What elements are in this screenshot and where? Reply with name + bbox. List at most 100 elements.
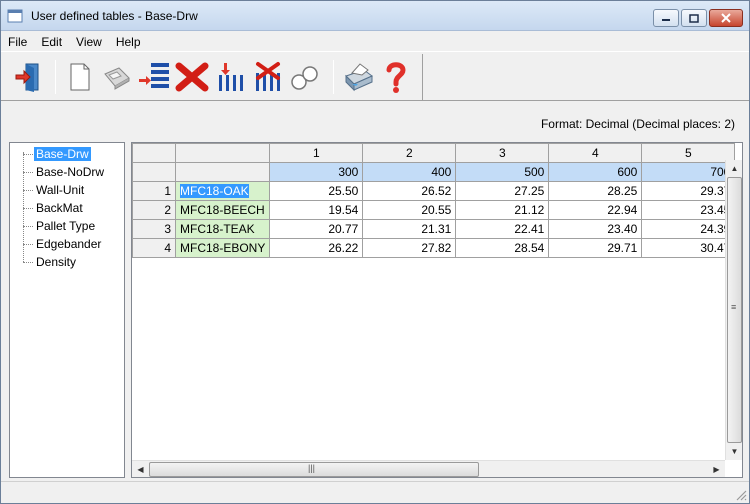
- value-cell[interactable]: 26.52: [362, 181, 457, 201]
- column-number-row: 1 2 3 4 5: [132, 143, 736, 163]
- value-cell[interactable]: 19.54: [269, 200, 364, 220]
- table-row: 2 MFC18-BEECH 19.54 20.55 21.12 22.94 23…: [132, 200, 736, 220]
- value-cell[interactable]: 20.55: [362, 200, 457, 220]
- insert-column-button[interactable]: [213, 60, 247, 94]
- table-row: 4 MFC18-EBONY 26.22 27.82 28.54 29.71 30…: [132, 238, 736, 258]
- scroll-left-arrow-icon[interactable]: ◀: [133, 462, 148, 477]
- toolbar: [1, 51, 749, 101]
- row-header[interactable]: 4: [132, 238, 176, 258]
- menu-help[interactable]: Help: [109, 35, 148, 49]
- material-name-cell[interactable]: MFC18-BEECH: [174, 200, 271, 220]
- menu-bar: File Edit View Help: [1, 32, 749, 51]
- insert-row-icon: [139, 63, 169, 88]
- scroll-right-arrow-icon[interactable]: ▶: [709, 462, 724, 477]
- maximize-icon: [689, 13, 699, 23]
- material-name-cell[interactable]: MFC18-TEAK: [174, 219, 271, 239]
- vertical-scrollbar[interactable]: ▲ ≡ ▼: [725, 160, 742, 460]
- table-row: 1 MFC18-OAK 25.50 26.52 27.25 28.25 29.3…: [132, 181, 736, 201]
- material-name: MFC18-OAK: [180, 184, 249, 198]
- minimize-button[interactable]: [653, 9, 679, 27]
- status-bar: [1, 481, 749, 503]
- row-header[interactable]: 2: [132, 200, 176, 220]
- name-header-cell[interactable]: [174, 143, 271, 163]
- tree-item-wall-unit[interactable]: Wall-Unit: [10, 181, 124, 199]
- window-title: User defined tables - Base-Drw: [31, 9, 198, 23]
- format-label: Format: Decimal (Decimal places: 2): [540, 117, 735, 131]
- tree-item-backmat[interactable]: BackMat: [10, 199, 124, 217]
- value-cell[interactable]: 22.94: [548, 200, 643, 220]
- save-button[interactable]: [99, 60, 133, 94]
- value-cell[interactable]: 25.50: [269, 181, 364, 201]
- value-cell[interactable]: 29.71: [548, 238, 643, 258]
- tree-item-label: BackMat: [36, 201, 83, 215]
- corner-cell[interactable]: [132, 143, 176, 163]
- close-button[interactable]: [709, 9, 743, 27]
- insert-column-icon: [219, 63, 243, 91]
- new-button[interactable]: [63, 60, 97, 94]
- value-cell[interactable]: 30.47: [641, 238, 736, 258]
- size-row-name[interactable]: [174, 162, 271, 182]
- row-header[interactable]: 1: [132, 181, 176, 201]
- size-cell[interactable]: 500: [455, 162, 550, 182]
- maximize-button[interactable]: [681, 9, 707, 27]
- column-header[interactable]: 2: [362, 143, 457, 163]
- size-cell[interactable]: 400: [362, 162, 457, 182]
- value-cell[interactable]: 21.31: [362, 219, 457, 239]
- print-button[interactable]: [341, 60, 375, 94]
- row-header[interactable]: 3: [132, 219, 176, 239]
- menu-file[interactable]: File: [1, 35, 34, 49]
- value-cell[interactable]: 29.37: [641, 181, 736, 201]
- size-cell[interactable]: 300: [269, 162, 364, 182]
- app-window: User defined tables - Base-Drw File Edit…: [0, 0, 750, 504]
- value-cell[interactable]: 28.54: [455, 238, 550, 258]
- vertical-scroll-thumb[interactable]: ≡: [727, 177, 742, 443]
- horizontal-scrollbar[interactable]: ◀ ||| ▶: [132, 460, 725, 477]
- value-cell[interactable]: 27.25: [455, 181, 550, 201]
- tree-item-edgebander[interactable]: Edgebander: [10, 235, 124, 253]
- title-bar[interactable]: User defined tables - Base-Drw: [1, 1, 749, 31]
- tree-item-base-drw[interactable]: Base-Drw: [10, 145, 124, 163]
- resize-grip-icon[interactable]: [735, 489, 747, 501]
- size-row-header[interactable]: [132, 162, 176, 182]
- value-cell[interactable]: 23.40: [548, 219, 643, 239]
- value-cell[interactable]: 21.12: [455, 200, 550, 220]
- scroll-up-arrow-icon[interactable]: ▲: [727, 161, 742, 176]
- print-icon: [345, 63, 373, 92]
- column-header[interactable]: 3: [455, 143, 550, 163]
- value-cell[interactable]: 23.45: [641, 200, 736, 220]
- material-name-cell[interactable]: MFC18-OAK: [174, 181, 271, 201]
- save-icon: [104, 67, 130, 90]
- exit-button[interactable]: [11, 60, 45, 94]
- tree-item-density[interactable]: Density: [10, 253, 124, 271]
- column-header[interactable]: 1: [269, 143, 364, 163]
- insert-row-button[interactable]: [137, 60, 171, 94]
- value-cell[interactable]: 20.77: [269, 219, 364, 239]
- app-icon: [7, 9, 23, 23]
- value-cell[interactable]: 27.82: [362, 238, 457, 258]
- data-table: 1 2 3 4 5 300 400 500 600 700 1 MFC18-OA…: [132, 143, 736, 258]
- value-cell[interactable]: 22.41: [455, 219, 550, 239]
- size-row: 300 400 500 600 700: [132, 162, 736, 182]
- delete-row-button[interactable]: [175, 60, 209, 94]
- find-button[interactable]: [287, 60, 321, 94]
- horizontal-scroll-thumb[interactable]: |||: [149, 462, 479, 477]
- menu-edit[interactable]: Edit: [34, 35, 69, 49]
- size-cell[interactable]: 600: [548, 162, 643, 182]
- tree-item-base-nodrw[interactable]: Base-NoDrw: [10, 163, 124, 181]
- value-cell[interactable]: 26.22: [269, 238, 364, 258]
- column-header[interactable]: 5: [641, 143, 736, 163]
- tree-item-label: Edgebander: [36, 237, 102, 251]
- tree-item-label: Density: [36, 255, 77, 269]
- menu-view[interactable]: View: [69, 35, 109, 49]
- delete-column-button[interactable]: [251, 60, 285, 94]
- table-row: 3 MFC18-TEAK 20.77 21.31 22.41 23.40 24.…: [132, 219, 736, 239]
- value-cell[interactable]: 24.39: [641, 219, 736, 239]
- column-header[interactable]: 4: [548, 143, 643, 163]
- tree-item-pallet-type[interactable]: Pallet Type: [10, 217, 124, 235]
- help-button[interactable]: [379, 60, 413, 94]
- value-cell[interactable]: 28.25: [548, 181, 643, 201]
- size-cell[interactable]: 700: [641, 162, 736, 182]
- material-name-cell[interactable]: MFC18-EBONY: [174, 238, 271, 258]
- scroll-down-arrow-icon[interactable]: ▼: [727, 444, 742, 459]
- format-bar: Format: Decimal (Decimal places: 2): [1, 102, 749, 142]
